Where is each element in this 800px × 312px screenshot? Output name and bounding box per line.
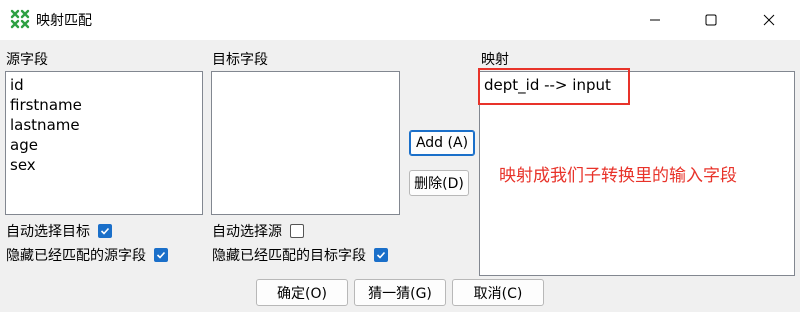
hide-matched-target-label: 隐藏已经匹配的目标字段 (212, 248, 366, 264)
source-fields-list[interactable]: id firstname lastname age sex (5, 71, 203, 215)
list-item[interactable]: lastname (10, 115, 198, 135)
maximize-icon (705, 14, 717, 26)
window-title: 映射匹配 (36, 13, 92, 29)
list-item[interactable]: id (10, 75, 198, 95)
hide-matched-source-checkbox[interactable] (154, 248, 168, 262)
auto-select-target-option[interactable]: 自动选择目标 (6, 221, 112, 241)
auto-select-source-checkbox[interactable] (290, 224, 304, 238)
mapping-list-item[interactable]: dept_id --> input (484, 75, 790, 95)
hide-matched-source-label: 隐藏已经匹配的源字段 (6, 248, 146, 264)
close-button[interactable] (744, 0, 794, 40)
hide-matched-target-option[interactable]: 隐藏已经匹配的目标字段 (212, 245, 388, 265)
auto-select-source-option[interactable]: 自动选择源 (212, 221, 304, 241)
hide-matched-source-option[interactable]: 隐藏已经匹配的源字段 (6, 245, 168, 265)
hide-matched-target-checkbox[interactable] (374, 248, 388, 262)
cancel-button[interactable]: 取消(C) (452, 279, 544, 306)
auto-select-target-label: 自动选择目标 (6, 224, 90, 240)
close-icon (763, 14, 775, 26)
delete-button[interactable]: 删除(D) (409, 170, 469, 196)
checkmark-icon (156, 251, 166, 259)
list-item[interactable]: firstname (10, 95, 198, 115)
mapping-label: 映射 (481, 52, 509, 68)
target-fields-list[interactable] (211, 71, 400, 215)
minimize-button[interactable] (630, 0, 680, 40)
add-button[interactable]: Add (A) (409, 130, 475, 156)
guess-button[interactable]: 猜一猜(G) (354, 279, 446, 306)
maximize-button[interactable] (686, 0, 736, 40)
auto-select-source-label: 自动选择源 (212, 224, 282, 240)
ok-button[interactable]: 确定(O) (256, 279, 348, 306)
checkmark-icon (376, 251, 386, 259)
target-fields-label: 目标字段 (212, 52, 268, 68)
list-item[interactable]: sex (10, 155, 198, 175)
annotation-text: 映射成我们子转换里的输入字段 (499, 166, 737, 186)
source-fields-label: 源字段 (6, 52, 48, 68)
app-icon (10, 9, 30, 29)
minimize-icon (650, 19, 660, 21)
auto-select-target-checkbox[interactable] (98, 224, 112, 238)
title-bar: 映射匹配 (0, 0, 800, 40)
checkmark-icon (100, 227, 110, 235)
list-item[interactable]: age (10, 135, 198, 155)
